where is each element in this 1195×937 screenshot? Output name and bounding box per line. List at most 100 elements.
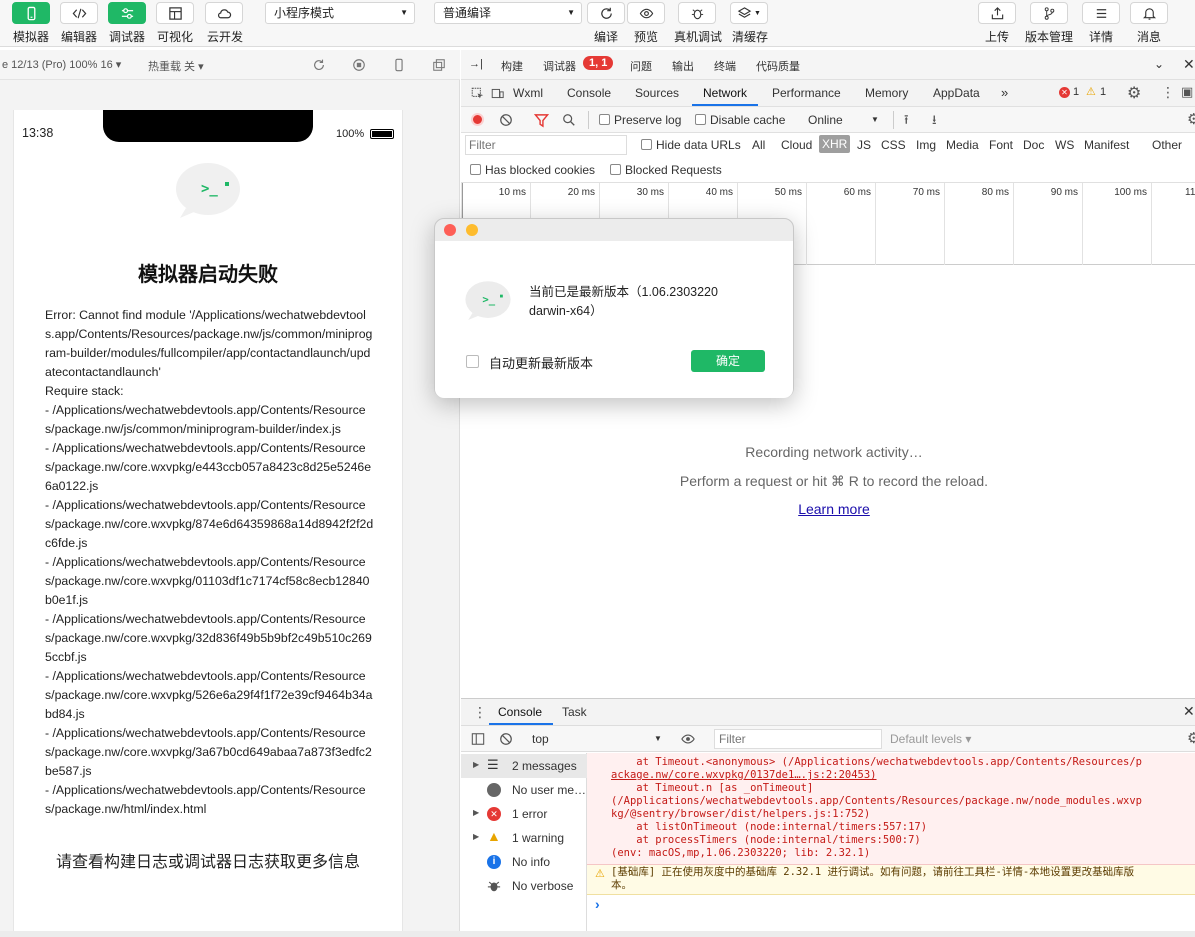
device-select[interactable]: e 12/13 (Pro) 100% 16 ▾	[2, 58, 121, 71]
version-label: 版本管理	[1025, 30, 1074, 44]
device-mode-icon[interactable]	[491, 87, 504, 100]
compile-mode-select[interactable]: 普通编译 ▼	[434, 2, 582, 24]
sidebar-toggle-icon[interactable]	[471, 732, 485, 746]
error-icon: ✕	[487, 807, 501, 821]
tab-wxml[interactable]: Wxml	[513, 86, 543, 100]
debugger-toggle-button[interactable]	[108, 2, 146, 24]
upload-button[interactable]	[978, 2, 1016, 24]
import-har-icon[interactable]: ⭱	[904, 111, 909, 133]
sidebar-item-info[interactable]: i No info	[461, 850, 587, 874]
rotate-icon[interactable]	[312, 58, 326, 72]
network-toolbar: Preserve log Disable cache Online ▼ ⭱ ⭳ ⚙	[461, 107, 1195, 133]
tab-issues[interactable]: 问题	[630, 58, 652, 74]
messages-button[interactable]	[1130, 2, 1168, 24]
tab-network[interactable]: Network	[703, 86, 747, 100]
record-button[interactable]	[471, 113, 484, 126]
auto-update-checkbox[interactable]	[466, 355, 479, 368]
log-line[interactable]: ackage.nw/core.wxvpkg/0137de1….js:2:2045…	[611, 769, 1142, 782]
stop-icon[interactable]	[352, 58, 366, 72]
type-filter-media[interactable]: Media	[946, 138, 979, 152]
drawer-tab-console[interactable]: Console	[498, 705, 542, 719]
close-icon[interactable]: ✕	[1183, 56, 1195, 73]
dock-icon[interactable]: ▣	[1181, 84, 1193, 100]
eye-icon[interactable]	[680, 732, 696, 746]
settings-gear-icon[interactable]: ⚙	[1127, 83, 1141, 103]
search-icon[interactable]	[562, 113, 576, 127]
kebab-menu-icon[interactable]: ⋮	[1161, 84, 1175, 101]
kebab-menu-icon[interactable]: ⋮	[473, 704, 487, 721]
sidebar-item-errors[interactable]: ▶ ✕ 1 error	[461, 802, 587, 826]
sidebar-item-messages[interactable]: ▶ ☰ 2 messages	[461, 754, 587, 778]
disable-cache-checkbox[interactable]: Disable cache	[695, 113, 785, 127]
tab-build[interactable]: 构建	[501, 58, 523, 74]
sidebar-item-user-messages[interactable]: No user me…	[461, 778, 587, 802]
compile-button[interactable]	[587, 2, 625, 24]
console-settings-gear-icon[interactable]: ⚙	[1187, 729, 1195, 747]
error-count[interactable]: 1	[1073, 86, 1079, 98]
timeline-tick: 80 ms	[944, 183, 1013, 265]
preserve-log-checkbox[interactable]: Preserve log	[599, 113, 681, 127]
chevron-down-icon[interactable]: ⌄	[1154, 57, 1164, 71]
dock-toggle-icon[interactable]: →|	[469, 58, 483, 70]
type-filter-all[interactable]: All	[752, 138, 765, 152]
popout-icon[interactable]	[432, 58, 446, 72]
type-filter-other[interactable]: Other	[1152, 138, 1182, 152]
tab-output[interactable]: 输出	[672, 58, 694, 74]
learn-more-link[interactable]: Learn more	[461, 501, 1195, 517]
network-settings-gear-icon[interactable]: ⚙	[1187, 110, 1195, 128]
tab-console[interactable]: Console	[567, 86, 611, 100]
drawer-tab-task[interactable]: Task	[562, 705, 587, 719]
window-close-button[interactable]	[444, 224, 456, 236]
visual-toggle-button[interactable]	[156, 2, 194, 24]
type-filter-xhr[interactable]: XHR	[819, 135, 851, 153]
type-filter-js[interactable]: JS	[857, 138, 871, 152]
phone-icon[interactable]	[392, 58, 406, 72]
type-filter-css[interactable]: CSS	[881, 138, 906, 152]
throttle-select[interactable]: Online ▼	[808, 113, 879, 127]
sidebar-item-warnings[interactable]: ▶ ▲ 1 warning	[461, 826, 587, 850]
cloud-dev-button[interactable]	[205, 2, 243, 24]
window-minimize-button[interactable]	[466, 224, 478, 236]
more-tabs-icon[interactable]: »	[1001, 85, 1008, 100]
network-filter-input[interactable]	[465, 135, 627, 155]
clear-cache-button[interactable]: ▼	[730, 2, 768, 24]
hide-data-urls-checkbox[interactable]: Hide data URLs	[641, 138, 741, 152]
real-device-debug-button[interactable]	[678, 2, 716, 24]
preview-button[interactable]	[627, 2, 665, 24]
clear-icon[interactable]	[499, 113, 513, 127]
type-filter-ws[interactable]: WS	[1055, 138, 1074, 152]
blocked-requests-checkbox[interactable]: Blocked Requests	[610, 163, 722, 177]
log-levels-select[interactable]: Default levels ▾	[890, 732, 971, 746]
type-filter-doc[interactable]: Doc	[1023, 138, 1044, 152]
ok-button[interactable]: 确定	[691, 350, 765, 372]
mode-select[interactable]: 小程序模式 ▼	[265, 2, 415, 24]
console-prompt[interactable]: ›	[595, 896, 600, 912]
filter-icon[interactable]	[534, 113, 549, 128]
tab-terminal[interactable]: 终端	[714, 58, 736, 74]
inspect-element-icon[interactable]	[471, 87, 484, 100]
type-filter-img[interactable]: Img	[916, 138, 936, 152]
editor-toggle-button[interactable]	[60, 2, 98, 24]
tab-appdata[interactable]: AppData	[933, 86, 980, 100]
export-har-icon[interactable]: ⭳	[932, 111, 937, 133]
context-select[interactable]: top ▼	[532, 732, 662, 746]
type-filter-cloud[interactable]: Cloud	[781, 138, 812, 152]
warning-count[interactable]: 1	[1100, 86, 1106, 98]
simulator-toggle-button[interactable]	[12, 2, 50, 24]
tab-performance[interactable]: Performance	[772, 86, 841, 100]
tab-memory[interactable]: Memory	[865, 86, 908, 100]
reload-hint: Perform a request or hit ⌘ R to record t…	[679, 473, 989, 489]
details-button[interactable]	[1082, 2, 1120, 24]
tab-code-quality[interactable]: 代码质量	[756, 58, 800, 74]
version-manage-button[interactable]	[1030, 2, 1068, 24]
sidebar-item-verbose[interactable]: No verbose	[461, 874, 587, 898]
clear-console-icon[interactable]	[499, 732, 513, 746]
console-filter-input[interactable]	[714, 729, 882, 749]
close-icon[interactable]: ✕	[1183, 703, 1195, 720]
type-filter-font[interactable]: Font	[989, 138, 1013, 152]
tab-sources[interactable]: Sources	[635, 86, 679, 100]
hot-reload-select[interactable]: 热重载 关 ▾	[148, 58, 204, 74]
has-blocked-cookies-checkbox[interactable]: Has blocked cookies	[470, 163, 595, 177]
tab-debugger[interactable]: 调试器	[543, 58, 576, 74]
type-filter-manifest[interactable]: Manifest	[1084, 138, 1129, 152]
